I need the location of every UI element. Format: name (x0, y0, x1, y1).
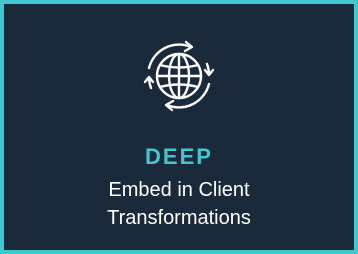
globe-with-circular-arrows-icon (129, 26, 229, 126)
card-subtitle-line-2: Transformations (107, 207, 251, 229)
card-subtitle-line-1: Embed in Client (108, 179, 250, 201)
card-heading: DEEP (145, 144, 213, 169)
deep-card: DEEP Embed in Client Transformations (0, 0, 358, 254)
